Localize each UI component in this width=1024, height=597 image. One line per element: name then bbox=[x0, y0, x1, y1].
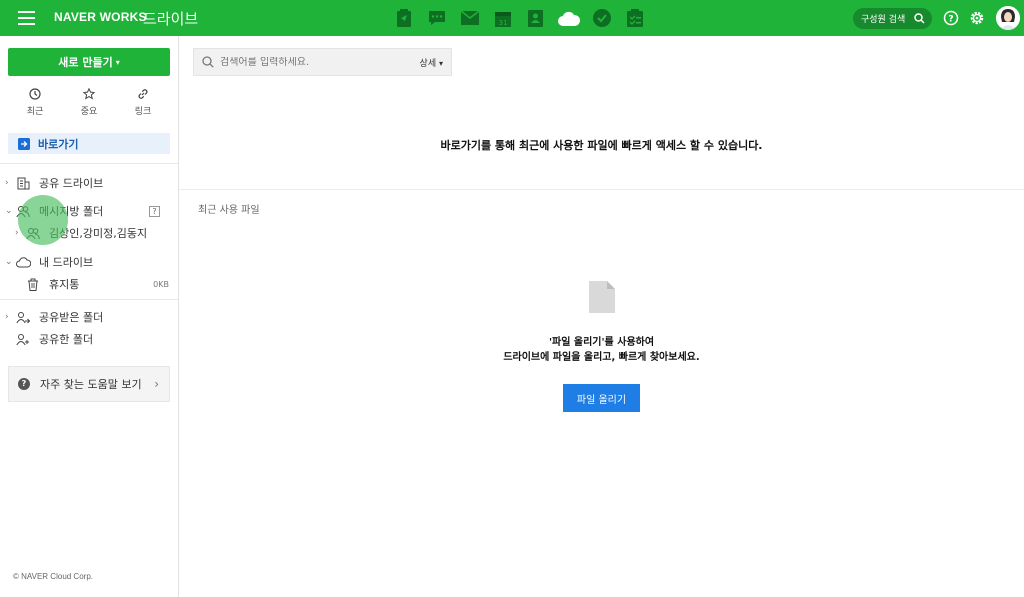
svg-text:?: ? bbox=[948, 15, 953, 25]
sidebar-item-label: 공유 드라이브 bbox=[39, 177, 104, 190]
quick-link[interactable]: 링크 bbox=[116, 86, 170, 117]
chevron-right-icon[interactable]: › bbox=[5, 178, 15, 188]
chevron-right-icon: › bbox=[154, 377, 159, 391]
trash-icon bbox=[25, 276, 41, 292]
drive-icon[interactable] bbox=[552, 7, 585, 29]
people-icon bbox=[15, 203, 31, 219]
main-content: 상세 ▾ 바로가기를 통해 최근에 사용한 파일에 빠르게 액세스 할 수 있습… bbox=[179, 36, 1024, 597]
quick-recent-label: 최근 bbox=[26, 107, 44, 117]
chevron-down-icon[interactable]: ⌄ bbox=[5, 257, 15, 267]
app-title: 드라이브 bbox=[143, 10, 199, 28]
sidebar: 새로 만들기 ▾ 최근 중요 링크 바로가기 › 공유 드라이브 ⌄ 메시지방 … bbox=[0, 36, 179, 597]
help-badge[interactable]: ? bbox=[149, 205, 160, 217]
top-bar: NAVER WORKS 드라이브 31 구성원 검색 ? bbox=[0, 0, 1024, 36]
divider bbox=[0, 299, 178, 300]
member-search-label: 구성원 검색 bbox=[861, 15, 906, 25]
shortcut-banner: 바로가기를 통해 최근에 사용한 파일에 빠르게 액세스 할 수 있습니다. bbox=[440, 139, 763, 152]
search-detail-label: 상세 bbox=[419, 59, 437, 69]
search-detail-button[interactable]: 상세 ▾ bbox=[420, 56, 443, 69]
people-icon bbox=[25, 225, 41, 241]
search-bar: 상세 ▾ bbox=[193, 48, 452, 76]
chevron-down-icon[interactable]: ⌄ bbox=[5, 206, 15, 216]
chevron-right-icon[interactable]: › bbox=[15, 228, 25, 238]
copyright: © NAVER Cloud Corp. bbox=[13, 572, 93, 581]
building-icon bbox=[15, 175, 31, 191]
cloud-icon bbox=[15, 254, 31, 270]
sidebar-item-label: 메시지방 폴더 bbox=[39, 205, 104, 218]
faq-help-label: 자주 찾는 도움말 보기 bbox=[40, 378, 142, 391]
empty-message-line2: 드라이브에 파일을 올리고, 빠르게 찾아보세요. bbox=[503, 352, 700, 363]
caret-down-icon: ▾ bbox=[115, 57, 120, 67]
brand-logo[interactable]: NAVER WORKS bbox=[54, 10, 147, 24]
empty-file-icon bbox=[589, 281, 615, 313]
sidebar-item-shortcut[interactable]: 바로가기 bbox=[8, 133, 170, 154]
sidebar-item-my-drive[interactable]: ⌄ 내 드라이브 bbox=[0, 252, 178, 272]
upload-file-button[interactable]: 파일 올리기 bbox=[563, 384, 640, 412]
caret-down-icon: ▾ bbox=[438, 59, 443, 68]
person-out-icon bbox=[15, 331, 31, 347]
new-create-label: 새로 만들기 bbox=[58, 56, 113, 69]
quick-important[interactable]: 중요 bbox=[62, 86, 116, 117]
sidebar-item-trash[interactable]: 휴지통 0KB bbox=[0, 274, 178, 294]
sidebar-item-label: 내 드라이브 bbox=[39, 256, 94, 269]
sidebar-item-messenger-folder[interactable]: ⌄ 메시지방 폴더 ? bbox=[0, 201, 178, 221]
trash-size: 0KB bbox=[153, 279, 169, 289]
board-icon[interactable] bbox=[387, 7, 420, 29]
menu-icon[interactable] bbox=[18, 11, 35, 25]
avatar[interactable] bbox=[996, 6, 1020, 30]
sidebar-item-label: 공유받은 폴더 bbox=[39, 311, 104, 324]
recent-files-label: 최근 사용 파일 bbox=[198, 205, 260, 216]
message-icon[interactable] bbox=[420, 7, 453, 29]
chevron-right-icon[interactable]: › bbox=[5, 312, 15, 322]
star-icon bbox=[83, 88, 95, 100]
task-icon[interactable] bbox=[585, 7, 618, 29]
member-search-button[interactable]: 구성원 검색 bbox=[853, 8, 932, 29]
mail-icon[interactable] bbox=[453, 7, 486, 29]
gear-icon[interactable] bbox=[969, 10, 985, 26]
shortcut-label: 바로가기 bbox=[38, 137, 79, 151]
sidebar-item-messenger-room[interactable]: › 김상인,강미정,김동지 bbox=[0, 223, 178, 243]
quick-recent[interactable]: 최근 bbox=[8, 86, 62, 117]
contacts-icon[interactable] bbox=[519, 7, 552, 29]
form-icon[interactable] bbox=[618, 7, 651, 29]
calendar-icon[interactable]: 31 bbox=[486, 7, 519, 29]
sidebar-item-received-shared[interactable]: › 공유받은 폴더 bbox=[0, 307, 178, 327]
link-icon bbox=[138, 89, 148, 99]
sidebar-item-label: 휴지통 bbox=[49, 278, 80, 291]
calendar-day-label: 31 bbox=[498, 19, 507, 27]
question-icon: ? bbox=[18, 378, 30, 390]
sidebar-item-shared-drive[interactable]: › 공유 드라이브 bbox=[0, 173, 178, 193]
sidebar-item-label: 공유한 폴더 bbox=[39, 333, 94, 346]
clock-icon bbox=[29, 88, 41, 100]
empty-message-line1: '파일 올리기'를 사용하여 bbox=[548, 337, 655, 348]
quick-important-label: 중요 bbox=[80, 107, 98, 117]
shortcut-icon bbox=[18, 137, 30, 150]
person-in-icon bbox=[15, 309, 31, 325]
divider bbox=[179, 189, 1024, 190]
help-icon[interactable]: ? bbox=[943, 10, 959, 26]
quick-access: 최근 중요 링크 bbox=[0, 86, 179, 117]
search-icon bbox=[202, 56, 214, 68]
search-icon bbox=[914, 13, 925, 24]
faq-help-button[interactable]: ? 자주 찾는 도움말 보기 › bbox=[8, 366, 170, 402]
search-input[interactable] bbox=[220, 56, 400, 68]
divider bbox=[0, 163, 178, 164]
new-create-button[interactable]: 새로 만들기 ▾ bbox=[8, 48, 170, 76]
sidebar-item-shared-by-me[interactable]: 공유한 폴더 bbox=[0, 329, 178, 349]
quick-link-label: 링크 bbox=[134, 107, 152, 117]
app-switcher: 31 bbox=[387, 7, 651, 29]
sidebar-item-label: 김상인,강미정,김동지 bbox=[49, 227, 148, 240]
